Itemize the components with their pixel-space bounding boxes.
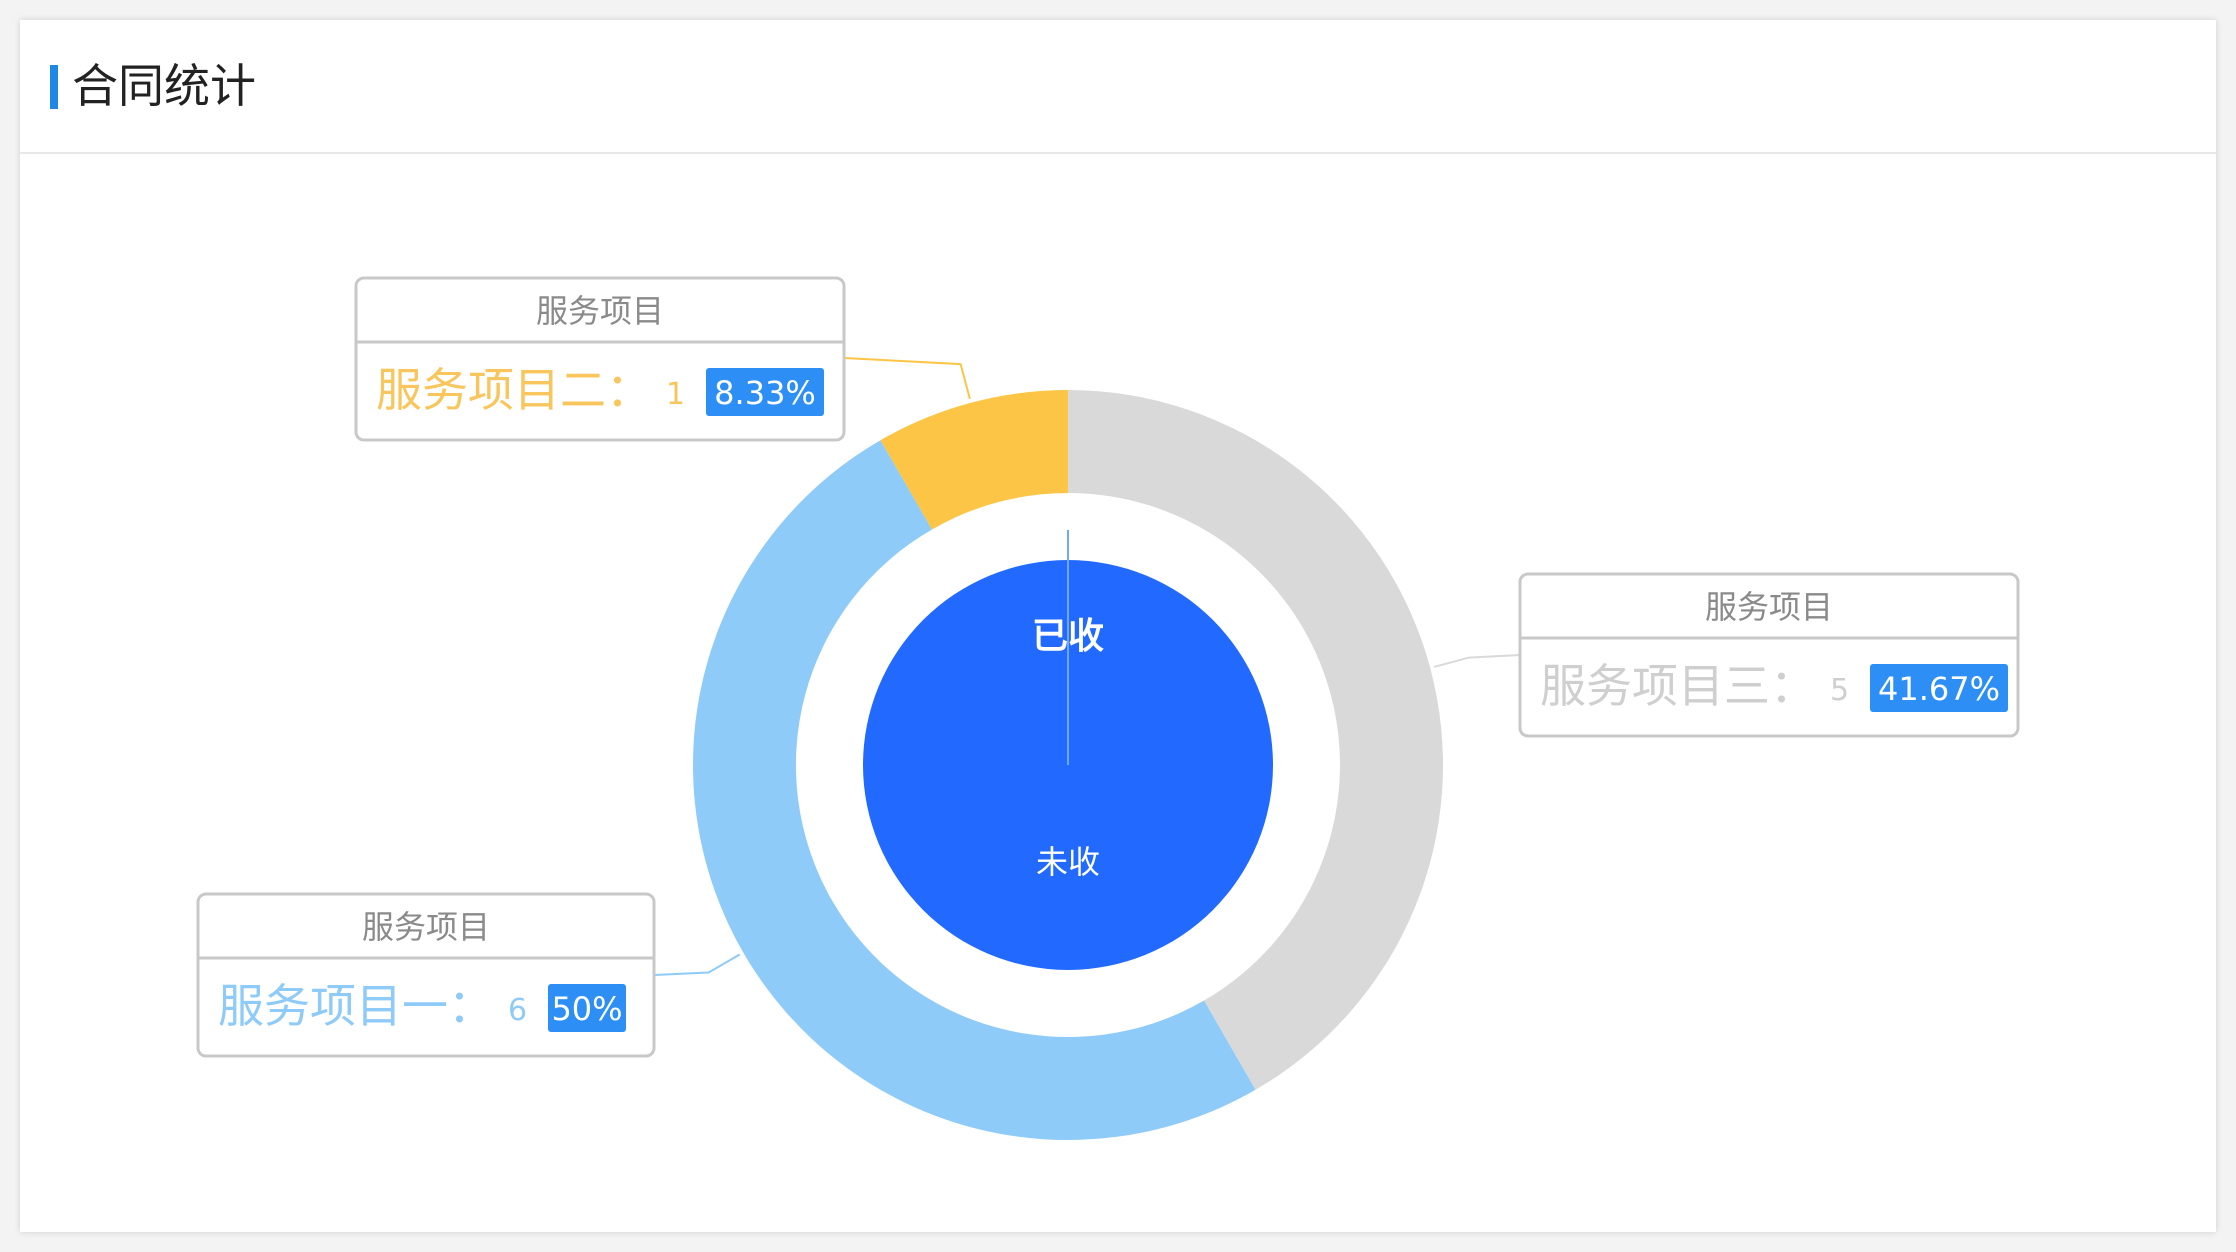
- slice-value-label: 6: [508, 993, 527, 1028]
- slice-value-label: 1: [666, 377, 685, 412]
- slice-percent-label: 41.67%: [1878, 670, 2000, 708]
- label-callout-2: 服务项目服务项目二： 1 8.33%: [354, 276, 971, 442]
- contract-stats-panel: 合同统计 已收 未收 服务项目 服务项目一： 6 50% 服务项目 服务项目二： 1 8.33% 服…: [20, 20, 2216, 1232]
- slice-name-label: 服务项目三：: [1540, 659, 1816, 713]
- slice-percent-label: 8.33%: [714, 374, 816, 412]
- slice-name-label: 服务项目二：: [376, 363, 652, 417]
- inner-pie-label-unreceived: 未收: [1036, 843, 1100, 881]
- label-box-title: 服务项目: [536, 292, 664, 330]
- label-leader-line: [1433, 654, 1521, 668]
- contract-donut-chart: 已收未收服务项目服务项目一： 6 50%服务项目服务项目二： 1 8.33%服务项目服务…: [196, 276, 2020, 1140]
- label-leader-line: [653, 953, 741, 976]
- slice-percent-label: 50%: [551, 990, 622, 1028]
- label-callout-1: 服务项目服务项目一： 6 50%: [196, 892, 741, 1058]
- slice-name-label: 服务项目一：: [218, 979, 494, 1033]
- label-box-title: 服务项目: [362, 908, 490, 946]
- label-callout-3: 服务项目服务项目三： 5 41.67%: [1433, 572, 2020, 738]
- label-box-title: 服务项目: [1705, 588, 1833, 626]
- inner-pie-label-received: 已收: [1032, 616, 1104, 657]
- slice-value-label: 5: [1830, 673, 1849, 708]
- label-leader-line: [843, 357, 971, 400]
